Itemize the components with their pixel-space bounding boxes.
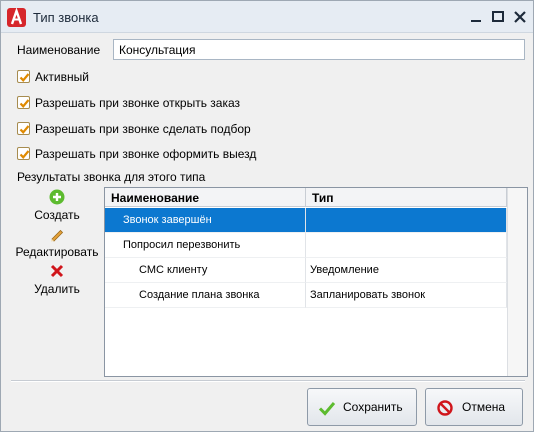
row-name-cell: СМС клиенту [105,258,306,283]
add-icon [49,189,65,205]
cancel-button[interactable]: Отмена [425,388,523,426]
edit-button[interactable]: Редактировать [9,226,105,260]
delete-label: Удалить [34,282,80,296]
grid-vertical-scrollbar[interactable] [507,188,527,376]
checkmark-icon [19,73,30,82]
grid-header: Наименование Тип [105,188,527,207]
cancel-icon [436,399,454,417]
row-name-cell: Попросил перезвонить [105,233,306,258]
app-logo-icon [7,8,26,27]
row-type-cell: Уведомление [306,258,507,283]
create-label: Создать [34,208,80,222]
grid-row[interactable]: СМС клиенту Уведомление [105,258,527,283]
row-name-cell: Звонок завершён [105,208,306,233]
allow-open-order-checkbox[interactable] [17,96,30,109]
grid-row[interactable]: Создание плана звонка Запланировать звон… [105,283,527,308]
checkmark-icon [318,399,336,417]
results-label: Результаты звонка для этого типа [17,170,206,184]
row-type-cell: Запланировать звонок [306,283,507,308]
title-bar[interactable]: Тип звонка [1,1,533,33]
results-grid[interactable]: Наименование Тип Звонок завершён Попроси… [104,187,528,377]
close-button[interactable] [511,9,529,25]
allow-selection-checkbox[interactable] [17,122,30,135]
grid-row[interactable]: Попросил перезвонить [105,233,527,258]
cancel-label: Отмена [462,400,506,414]
create-button[interactable]: Создать [9,189,105,223]
minimize-button[interactable] [467,9,485,25]
name-input[interactable] [113,39,525,60]
delete-button[interactable]: Удалить [9,263,105,297]
window-title: Тип звонка [33,10,99,25]
active-checkbox[interactable] [17,70,30,83]
allow-open-order-label[interactable]: Разрешать при звонке открыть заказ [35,96,240,110]
row-type-cell [306,233,507,258]
row-name-cell: Создание плана звонка [105,283,306,308]
checkmark-icon [19,150,30,159]
checkmark-icon [19,99,30,108]
save-label: Сохранить [343,400,403,414]
column-header-name[interactable]: Наименование [105,188,306,207]
allow-visit-label[interactable]: Разрешать при звонке оформить выезд [35,147,256,161]
edit-label: Редактировать [15,245,99,259]
name-label: Наименование [17,43,101,57]
delete-x-icon [49,263,65,279]
checkmark-icon [19,125,30,134]
allow-selection-label[interactable]: Разрешать при звонке сделать подбор [35,122,251,136]
close-icon [514,11,526,23]
grid-row[interactable]: Звонок завершён [105,208,527,233]
row-type-cell [306,208,507,233]
allow-visit-checkbox[interactable] [17,147,30,160]
save-button[interactable]: Сохранить [307,388,417,426]
footer-divider [11,380,525,382]
column-header-type[interactable]: Тип [306,188,507,207]
minimize-icon [471,20,481,22]
dialog-window: Тип звонка Наименование Активный Разреша… [0,0,534,432]
maximize-button[interactable] [489,9,507,25]
active-checkbox-label[interactable]: Активный [35,70,89,84]
maximize-icon [492,11,504,22]
pencil-icon [49,226,65,242]
